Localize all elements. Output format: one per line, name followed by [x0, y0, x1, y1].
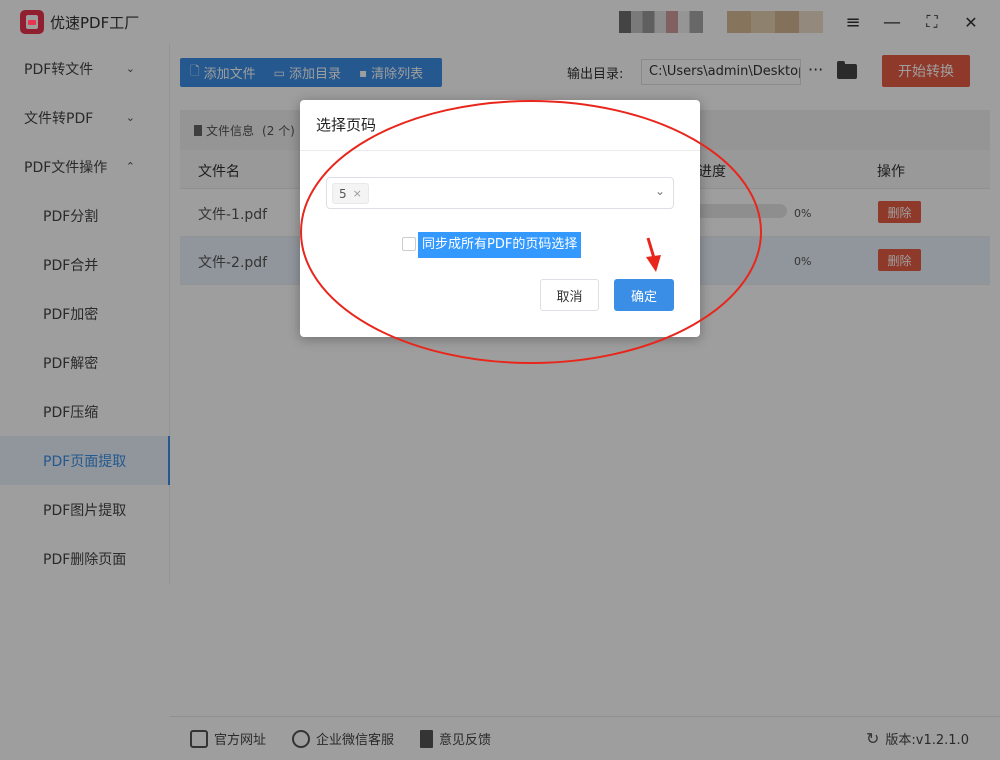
dialog-title: 选择页码: [316, 116, 377, 134]
cancel-button[interactable]: 取消: [540, 279, 599, 311]
dialog-divider: [300, 150, 700, 151]
sync-checkbox-label[interactable]: 同步成所有PDF的页码选择: [418, 232, 582, 258]
confirm-button[interactable]: 确定: [614, 279, 674, 311]
page-tag: 5 ×: [332, 183, 369, 204]
chevron-down-icon: ⌄: [654, 184, 665, 198]
sync-checkbox[interactable]: [402, 237, 416, 251]
page-select[interactable]: 5 × ⌄: [326, 177, 674, 209]
page-tag-value: 5: [339, 186, 347, 201]
tag-close-icon[interactable]: ×: [353, 187, 362, 200]
select-pages-dialog: 选择页码 5 × ⌄ 同步成所有PDF的页码选择 取消 确定: [300, 100, 700, 337]
